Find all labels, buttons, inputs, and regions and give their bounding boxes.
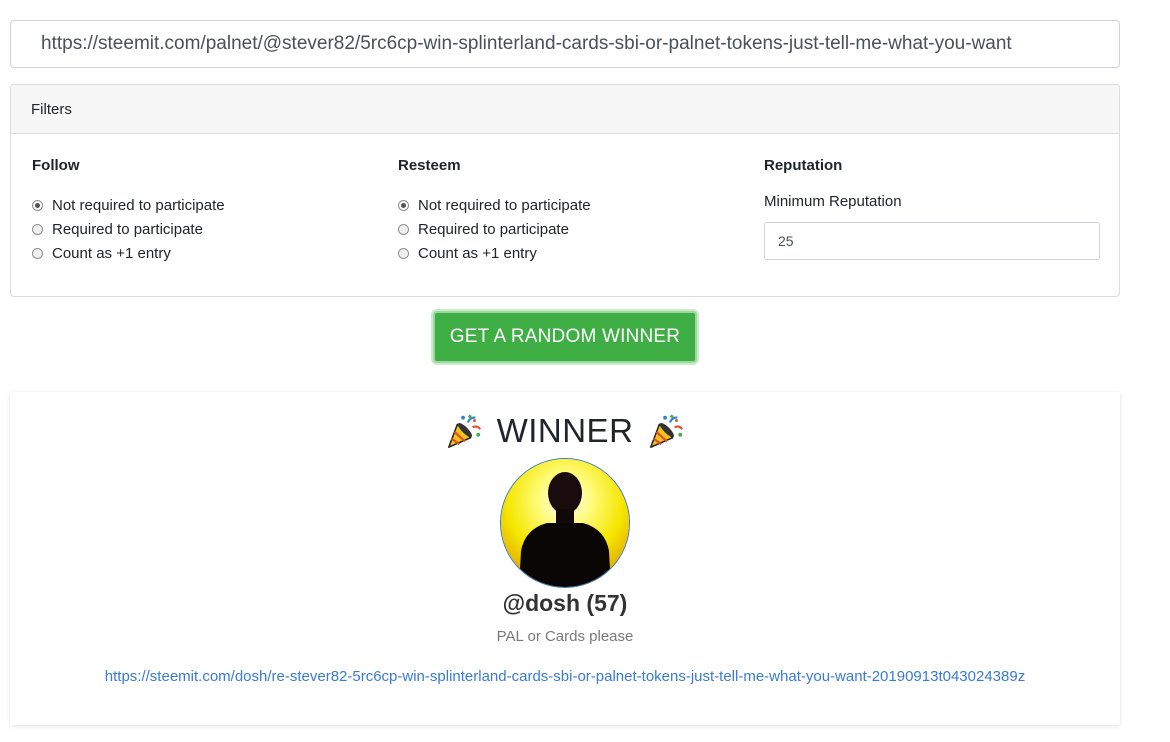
option-label: Required to participate [418, 220, 569, 238]
winner-title: WINNER [496, 412, 634, 449]
min-reputation-input[interactable] [764, 222, 1100, 260]
avatar-silhouette [501, 459, 629, 587]
winner-heading: WINNER [10, 412, 1120, 450]
resteem-filter: Resteem Not required to participate Requ… [398, 157, 591, 265]
follow-filter: Follow Not required to participate Requi… [32, 157, 225, 265]
resteem-option-not-required[interactable]: Not required to participate [398, 193, 591, 217]
party-popper-icon [650, 414, 684, 448]
reputation-filter: Reputation Minimum Reputation [764, 157, 1100, 260]
radio-button-checked[interactable] [398, 199, 409, 211]
min-reputation-label: Minimum Reputation [764, 193, 902, 210]
option-label: Count as +1 entry [52, 244, 171, 262]
winner-avatar [500, 458, 630, 588]
filters-header: Filters [11, 85, 1119, 134]
resteem-option-extra-entry[interactable]: Count as +1 entry [398, 241, 591, 265]
resteem-option-required[interactable]: Required to participate [398, 217, 591, 241]
radio-button[interactable] [32, 223, 43, 235]
post-url-input[interactable] [10, 20, 1120, 68]
option-label: Not required to participate [52, 196, 225, 214]
winner-card: WINNER @dosh (57) PAL or Cards please ht… [10, 392, 1120, 725]
resteem-options: Not required to participate Required to … [398, 193, 591, 265]
option-label: Required to participate [52, 220, 203, 238]
filters-card: Filters Follow Not required to participa… [10, 84, 1120, 297]
follow-options: Not required to participate Required to … [32, 193, 225, 265]
radio-button[interactable] [398, 223, 409, 235]
follow-option-extra-entry[interactable]: Count as +1 entry [32, 241, 225, 265]
follow-option-not-required[interactable]: Not required to participate [32, 193, 225, 217]
winner-comment: PAL or Cards please [496, 628, 634, 645]
option-label: Count as +1 entry [418, 244, 537, 262]
follow-option-required[interactable]: Required to participate [32, 217, 225, 241]
party-popper-icon [447, 414, 481, 448]
get-random-winner-button[interactable]: GET A RANDOM WINNER [433, 311, 697, 363]
reputation-heading: Reputation [764, 157, 843, 174]
winner-username: @dosh (57) [502, 590, 628, 616]
resteem-heading: Resteem [398, 157, 461, 174]
radio-button-checked[interactable] [32, 199, 43, 211]
follow-heading: Follow [32, 157, 80, 174]
option-label: Not required to participate [418, 196, 591, 214]
winner-comment-link[interactable]: https://steemit.com/dosh/re-stever82-5rc… [10, 668, 1120, 685]
radio-button[interactable] [32, 247, 43, 259]
radio-button[interactable] [398, 247, 409, 259]
